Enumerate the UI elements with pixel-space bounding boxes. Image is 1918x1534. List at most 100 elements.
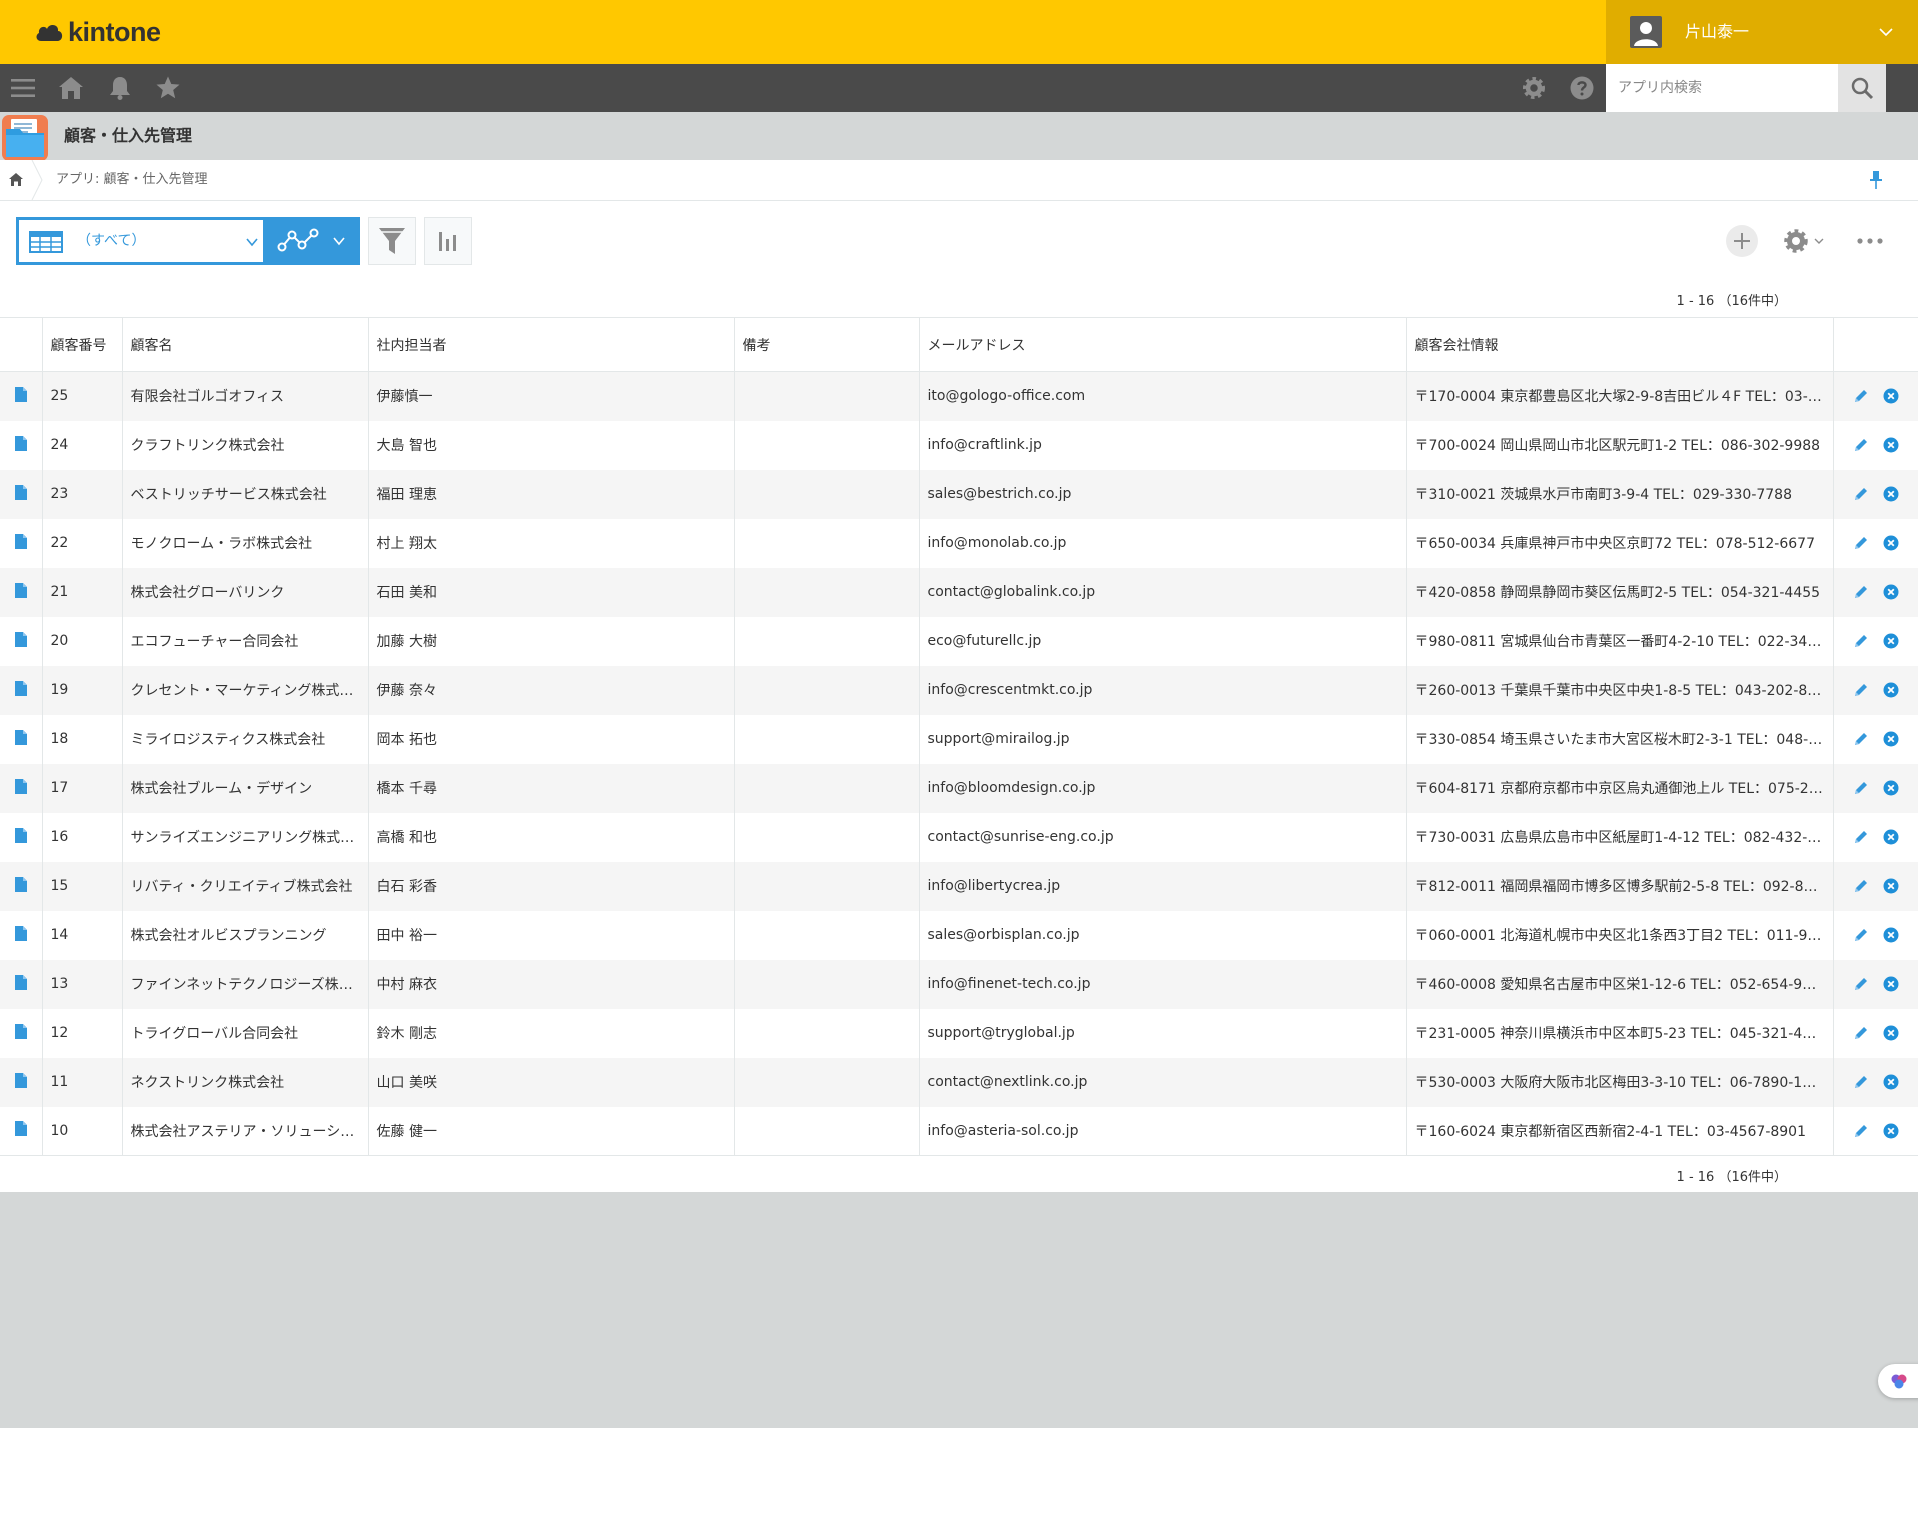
user-menu[interactable]: 片山泰一 xyxy=(1606,0,1918,64)
header-note[interactable]: 備考 xyxy=(733,317,919,372)
table-row[interactable]: 17 株式会社ブルーム・デザイン 橋本 千尋 info@bloomdesign.co.… xyxy=(0,763,1918,813)
search-button[interactable] xyxy=(1838,64,1886,112)
edit-record-button[interactable] xyxy=(1853,731,1869,747)
remove-circle-icon xyxy=(1883,682,1899,698)
app-title[interactable]: 顧客・仕入先管理 xyxy=(64,112,192,160)
table-row[interactable]: 25 有限会社ゴルゴオフィス 伊藤慎一 ito@gologo-office.com 〒1… xyxy=(0,371,1918,421)
delete-record-button[interactable] xyxy=(1883,1025,1899,1041)
table-row[interactable]: 11 ネクストリンク株式会社 山口 美咲 contact@nextlink.co.jp… xyxy=(0,1057,1918,1107)
notification-bell-icon[interactable] xyxy=(107,75,133,101)
edit-record-button[interactable] xyxy=(1853,780,1869,796)
record-detail-link[interactable] xyxy=(0,1106,42,1156)
table-row[interactable]: 15 リバティ・クリエイティブ株式会社 白石 彩香 info@libertycrea.… xyxy=(0,861,1918,911)
edit-record-button[interactable] xyxy=(1853,535,1869,551)
app-search-input[interactable] xyxy=(1606,64,1838,112)
pin-icon[interactable] xyxy=(1868,170,1884,190)
header-customer-number[interactable]: 顧客番号 xyxy=(41,317,122,372)
more-options-button[interactable] xyxy=(1856,228,1884,254)
record-detail-link[interactable] xyxy=(0,1057,42,1107)
edit-record-button[interactable] xyxy=(1853,437,1869,453)
table-row[interactable]: 14 株式会社オルビスプランニング 田中 裕一 sales@orbisplan.co.… xyxy=(0,910,1918,960)
record-detail-link[interactable] xyxy=(0,469,42,519)
header-email[interactable]: メールアドレス xyxy=(918,317,1406,372)
record-detail-link[interactable] xyxy=(0,714,42,764)
menu-icon[interactable] xyxy=(10,75,36,101)
table-row[interactable]: 20 エコフューチャー合同会社 加藤 大樹 eco@futurellc.jp 〒980-… xyxy=(0,616,1918,666)
chart-button[interactable] xyxy=(424,217,472,265)
record-detail-link[interactable] xyxy=(0,665,42,715)
edit-record-button[interactable] xyxy=(1853,1025,1869,1041)
delete-record-button[interactable] xyxy=(1883,1074,1899,1090)
app-settings-button[interactable] xyxy=(1782,224,1832,258)
edit-record-button[interactable] xyxy=(1853,584,1869,600)
edit-record-button[interactable] xyxy=(1853,1123,1869,1139)
cell-actions xyxy=(1832,910,1918,960)
cell-company-info: 〒170-0004 東京都豊島区北大塚2-9-8吉田ビル４F TEL：03-55… xyxy=(1405,371,1833,421)
delete-record-button[interactable] xyxy=(1883,878,1899,894)
gear-icon[interactable] xyxy=(1521,75,1547,101)
delete-record-button[interactable] xyxy=(1883,731,1899,747)
edit-record-button[interactable] xyxy=(1853,829,1869,845)
table-row[interactable]: 12 トライグローバル合同会社 鈴木 剛志 support@tryglobal.jp 〒… xyxy=(0,1008,1918,1058)
edit-record-button[interactable] xyxy=(1853,633,1869,649)
table-row[interactable]: 16 サンライズエンジニアリング株式会社 高橋 和也 contact@sunrise-… xyxy=(0,812,1918,862)
remove-circle-icon xyxy=(1883,976,1899,992)
edit-record-button[interactable] xyxy=(1853,682,1869,698)
delete-record-button[interactable] xyxy=(1883,682,1899,698)
breadcrumb-home-icon[interactable] xyxy=(8,172,24,188)
table-row[interactable]: 22 モノクローム・ラボ株式会社 村上 翔太 info@monolab.co.jp 〒6… xyxy=(0,518,1918,568)
cell-staff: 村上 翔太 xyxy=(367,518,734,568)
delete-record-button[interactable] xyxy=(1883,388,1899,404)
add-record-button[interactable] xyxy=(1726,225,1758,257)
delete-record-button[interactable] xyxy=(1883,927,1899,943)
header-customer-name[interactable]: 顧客名 xyxy=(121,317,368,372)
edit-record-button[interactable] xyxy=(1853,388,1869,404)
delete-record-button[interactable] xyxy=(1883,486,1899,502)
help-icon[interactable] xyxy=(1569,75,1595,101)
kintone-logo[interactable]: kintone xyxy=(34,16,161,48)
cell-customer-number: 23 xyxy=(41,469,122,519)
delete-record-button[interactable] xyxy=(1883,780,1899,796)
edit-record-button[interactable] xyxy=(1853,878,1869,894)
record-detail-link[interactable] xyxy=(0,518,42,568)
edit-record-button[interactable] xyxy=(1853,976,1869,992)
record-detail-link[interactable] xyxy=(0,959,42,1009)
table-row[interactable]: 18 ミライロジスティクス株式会社 岡本 拓也 support@mirailog.jp… xyxy=(0,714,1918,764)
table-row[interactable]: 19 クレセント・マーケティング株式会社 伊藤 奈々 info@crescentmkt… xyxy=(0,665,1918,715)
favorites-star-icon[interactable] xyxy=(155,75,181,101)
table-row[interactable]: 24 クラフトリンク株式会社 大島 智也 info@craftlink.jp 〒700-… xyxy=(0,420,1918,470)
edit-record-button[interactable] xyxy=(1853,486,1869,502)
delete-record-button[interactable] xyxy=(1883,437,1899,453)
delete-record-button[interactable] xyxy=(1883,829,1899,845)
delete-record-button[interactable] xyxy=(1883,1123,1899,1139)
record-detail-link[interactable] xyxy=(0,812,42,862)
header-staff[interactable]: 社内担当者 xyxy=(367,317,734,372)
record-detail-link[interactable] xyxy=(0,420,42,470)
header-company-info[interactable]: 顧客会社情報 xyxy=(1405,317,1833,372)
record-detail-link[interactable] xyxy=(0,567,42,617)
table-row[interactable]: 10 株式会社アステリア・ソリューションズ 佐藤 健一 info@asteria-so… xyxy=(0,1106,1918,1156)
graph-button[interactable] xyxy=(266,217,360,265)
home-icon[interactable] xyxy=(58,75,84,101)
delete-record-button[interactable] xyxy=(1883,535,1899,551)
view-selector[interactable]: （すべて） xyxy=(16,217,266,265)
record-detail-link[interactable] xyxy=(0,763,42,813)
record-detail-link[interactable] xyxy=(0,616,42,666)
pencil-icon xyxy=(1854,635,1867,647)
delete-record-button[interactable] xyxy=(1883,584,1899,600)
record-detail-link[interactable] xyxy=(0,1008,42,1058)
record-detail-link[interactable] xyxy=(0,371,42,421)
filter-button[interactable] xyxy=(368,217,416,265)
breadcrumb-app-link[interactable]: アプリ: 顧客・仕入先管理 xyxy=(56,160,208,200)
record-detail-link[interactable] xyxy=(0,861,42,911)
delete-record-button[interactable] xyxy=(1883,633,1899,649)
edit-record-button[interactable] xyxy=(1853,1074,1869,1090)
table-row[interactable]: 13 ファインネットテクノロジーズ株式会社 中村 麻衣 info@finenet-te… xyxy=(0,959,1918,1009)
table-row[interactable]: 23 ベストリッチサービス株式会社 福田 理恵 sales@bestrich.co.j… xyxy=(0,469,1918,519)
ai-assistant-button[interactable] xyxy=(1878,1364,1918,1398)
cell-staff: 伊藤 奈々 xyxy=(367,665,734,715)
record-detail-link[interactable] xyxy=(0,910,42,960)
edit-record-button[interactable] xyxy=(1853,927,1869,943)
table-row[interactable]: 21 株式会社グローバリンク 石田 美和 contact@globalink.co.j… xyxy=(0,567,1918,617)
delete-record-button[interactable] xyxy=(1883,976,1899,992)
